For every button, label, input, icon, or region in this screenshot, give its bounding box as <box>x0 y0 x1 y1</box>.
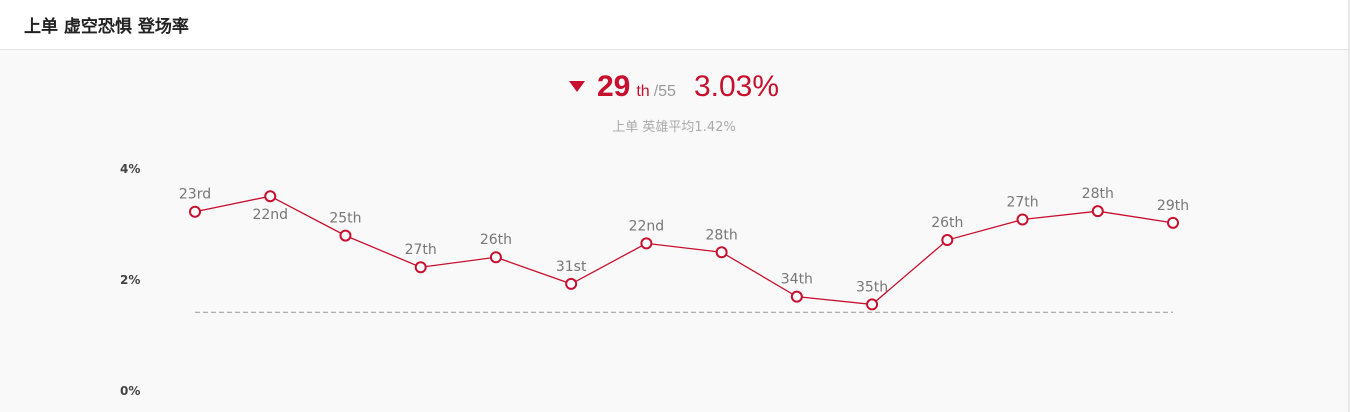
y-tick-label: 0% <box>120 384 140 398</box>
point-rank-label: 27th <box>405 242 437 258</box>
point-rank-label: 28th <box>1082 186 1114 202</box>
data-point[interactable] <box>565 277 578 290</box>
data-point[interactable] <box>1091 205 1104 218</box>
point-rank-label: 31st <box>556 259 587 275</box>
line-chart: 4% 2% 0% 23rd 22nd 25th 27th 26th 31st 22nd 28th 34… <box>120 162 1189 398</box>
point-rank-label: 26th <box>931 215 963 231</box>
popularity-panel: 上单 虚空恐惧 登场率 29 th /55 3.03% 上单 英雄平均1.42%… <box>0 0 1350 412</box>
data-point[interactable] <box>941 234 954 247</box>
y-tick-label: 4% <box>120 162 140 176</box>
data-point[interactable] <box>1167 216 1179 229</box>
point-rank-label: 29th <box>1157 198 1189 214</box>
point-rank-label: 35th <box>856 279 888 295</box>
panel-title: 上单 虚空恐惧 登场率 <box>24 17 189 37</box>
data-point[interactable] <box>264 190 277 203</box>
data-point[interactable] <box>414 261 427 274</box>
point-rank-label: 34th <box>781 272 813 288</box>
data-point[interactable] <box>489 251 502 264</box>
data-point[interactable] <box>715 246 728 259</box>
y-tick-label: 2% <box>120 273 140 287</box>
point-rank-label: 28th <box>706 227 738 243</box>
point-rank-label: 22nd <box>629 218 665 234</box>
point-rank-label: 25th <box>329 211 361 227</box>
data-point[interactable] <box>1016 213 1029 226</box>
data-point[interactable] <box>339 229 352 242</box>
panel-header: 上单 虚空恐惧 登场率 <box>0 0 1348 50</box>
data-point[interactable] <box>790 290 803 303</box>
point-rank-label: 22nd <box>252 207 288 223</box>
data-point[interactable] <box>189 205 201 218</box>
data-point[interactable] <box>640 237 653 250</box>
point-rank-label: 23rd <box>179 187 211 203</box>
point-rank-label: 26th <box>480 232 512 248</box>
data-point[interactable] <box>866 298 879 311</box>
point-rank-label: 27th <box>1006 195 1038 211</box>
chart-area: 29 th /55 3.03% 上单 英雄平均1.42% 4% 2% 0% 23rd 2… <box>0 50 1348 412</box>
